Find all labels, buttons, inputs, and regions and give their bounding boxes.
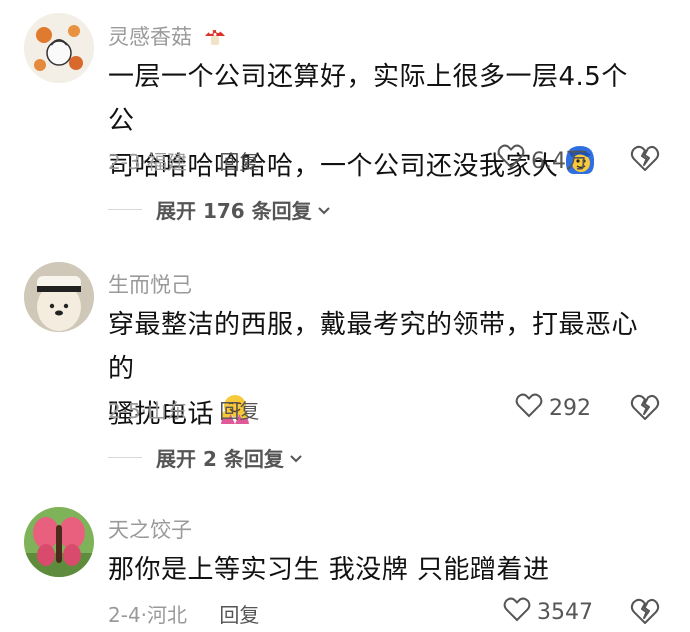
reply-button[interactable]: 回复 [219, 399, 259, 423]
dislike-button[interactable] [630, 393, 660, 421]
divider-line [108, 209, 142, 210]
dislike-button[interactable] [630, 144, 660, 172]
avatar[interactable] [24, 13, 94, 83]
like-button[interactable]: 3547 [503, 596, 593, 628]
chevron-down-icon [316, 198, 332, 222]
broken-heart-icon [630, 394, 660, 425]
like-button[interactable]: 292 [515, 392, 591, 424]
heart-icon [515, 392, 543, 424]
comment-location: 山东 [147, 399, 188, 423]
like-button[interactable]: 6.4万 [497, 143, 588, 175]
comment-date: 2-5 [108, 399, 141, 423]
expand-replies[interactable]: 展开 2 条回复 [108, 443, 304, 472]
comment-location: 河北 [147, 603, 188, 627]
broken-heart-icon [630, 598, 660, 629]
divider-line [108, 457, 142, 458]
username[interactable]: 生而悦己 [108, 269, 192, 299]
comment-date: 2-3 [108, 150, 141, 174]
reply-button[interactable]: 回复 [219, 150, 259, 174]
avatar[interactable] [24, 507, 94, 577]
avatar[interactable] [24, 262, 94, 332]
expand-label: 展开 2 条回复 [156, 447, 284, 471]
heart-icon [497, 143, 525, 175]
comment-meta: 2-5·山东 回复 [108, 395, 259, 424]
expand-label: 展开 176 条回复 [156, 199, 312, 223]
like-count: 292 [549, 395, 591, 421]
like-count: 3547 [537, 599, 593, 625]
comment-text: 那你是上等实习生 我没牌 只能蹭着进 [108, 555, 550, 585]
like-count: 6.4万 [531, 149, 588, 174]
broken-heart-icon [630, 145, 660, 176]
mushroom-icon [203, 24, 227, 53]
comment-location: 福建 [147, 150, 188, 174]
heart-icon [503, 596, 531, 628]
username[interactable]: 天之饺子 [108, 514, 192, 544]
comment-date: 2-4 [108, 603, 141, 627]
expand-replies[interactable]: 展开 176 条回复 [108, 195, 332, 224]
reply-button[interactable]: 回复 [219, 603, 259, 627]
comment-meta: 2-4·河北 回复 [108, 599, 259, 628]
comment-meta: 2-3·福建 回复 [108, 146, 259, 175]
chevron-down-icon [288, 446, 304, 470]
dislike-button[interactable] [630, 597, 660, 625]
username[interactable]: 灵感香菇 [108, 21, 227, 53]
